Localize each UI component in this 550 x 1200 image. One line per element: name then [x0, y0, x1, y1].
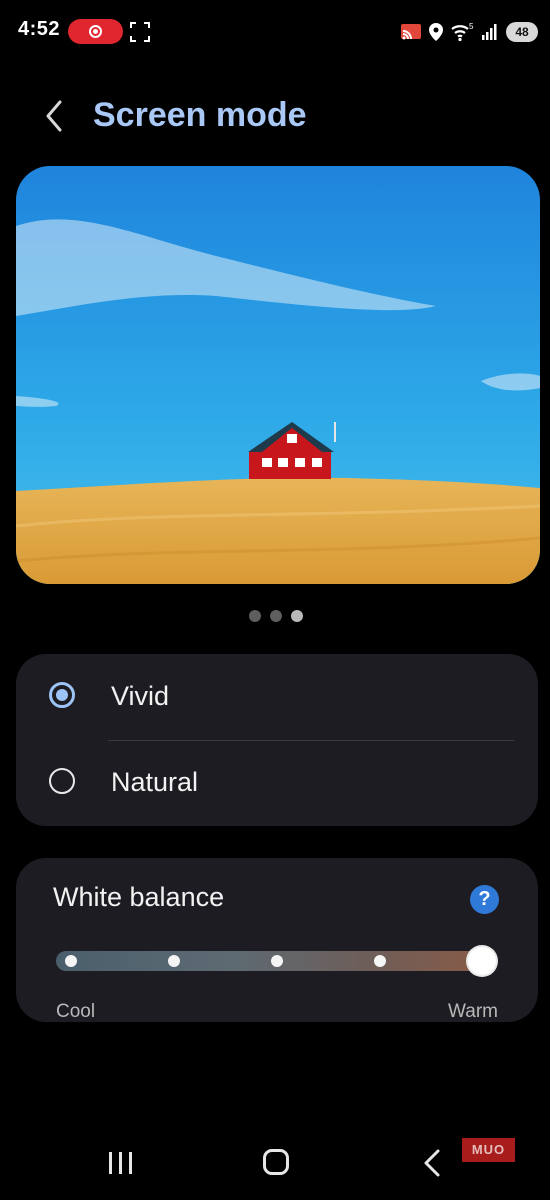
- pager-dot-active[interactable]: [291, 610, 303, 622]
- recents-icon[interactable]: [105, 1150, 137, 1176]
- page-title: Screen mode: [93, 96, 307, 134]
- slider-step[interactable]: [374, 955, 386, 967]
- slider-step[interactable]: [65, 955, 77, 967]
- slider-step[interactable]: [168, 955, 180, 967]
- screenshot-capture-icon: [130, 22, 150, 42]
- radio-checked-icon[interactable]: [49, 682, 75, 708]
- signal-icon: [482, 24, 497, 40]
- watermark-logo: MUO: [462, 1138, 515, 1162]
- cast-icon: [401, 24, 421, 40]
- option-natural[interactable]: Natural: [16, 740, 538, 826]
- screen-mode-options: Vivid Natural: [16, 654, 538, 826]
- pager-dot[interactable]: [270, 610, 282, 622]
- preview-pager: [249, 610, 303, 622]
- option-label: Natural: [111, 767, 199, 797]
- back-icon[interactable]: [420, 1148, 444, 1178]
- slider-step[interactable]: [271, 955, 283, 967]
- chevron-left-icon: [46, 100, 62, 132]
- wifi-icon: 5: [451, 22, 474, 42]
- slider-max-label: Warm: [448, 1001, 498, 1022]
- screen-recording-icon[interactable]: [68, 19, 123, 44]
- battery-icon: 48: [506, 22, 538, 42]
- svg-text:5: 5: [469, 22, 474, 31]
- location-icon: [429, 23, 443, 41]
- white-balance-slider[interactable]: [56, 947, 496, 975]
- slider-thumb[interactable]: [468, 947, 496, 975]
- slider-min-label: Cool: [56, 1001, 96, 1022]
- back-button[interactable]: [38, 96, 72, 136]
- option-vivid[interactable]: Vivid: [16, 654, 538, 740]
- status-bar: 4:52 5 48: [0, 0, 550, 64]
- white-balance-title: White balance: [53, 882, 225, 912]
- help-icon[interactable]: ?: [470, 885, 499, 914]
- home-icon[interactable]: [263, 1149, 289, 1175]
- radio-unchecked-icon[interactable]: [49, 768, 75, 794]
- option-label: Vivid: [111, 681, 170, 711]
- pager-dot[interactable]: [249, 610, 261, 622]
- white-balance-card: White balance ? Cool Warm: [16, 858, 538, 1022]
- status-time: 4:52: [18, 18, 61, 40]
- screen-mode-preview-image[interactable]: [16, 166, 540, 584]
